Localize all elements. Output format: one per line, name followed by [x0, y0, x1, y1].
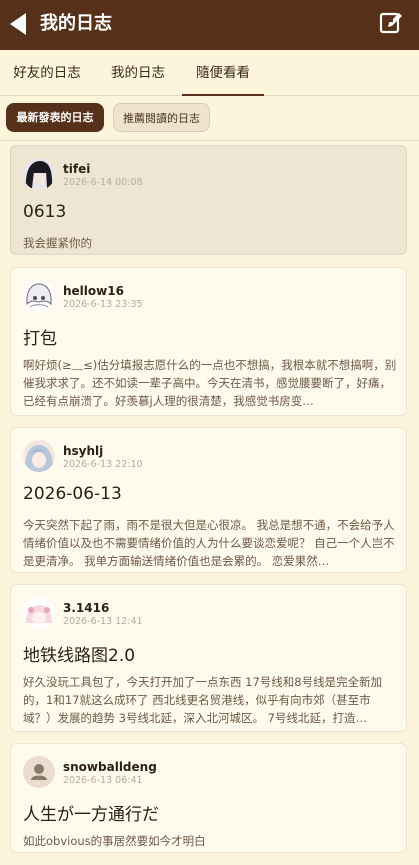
post-author[interactable]: snowballdeng [63, 760, 157, 774]
post-time: 2026-6-13 12:41 [63, 616, 143, 627]
back-arrow-icon[interactable] [10, 13, 26, 35]
tab-browse[interactable]: 隨便看看 [182, 50, 264, 96]
post-time: 2026-6-13 06:41 [63, 775, 143, 786]
page-title: 我的日志 [40, 13, 112, 34]
post-time: 2026-6-13 23:35 [63, 299, 143, 310]
post-time: 2026-6-13 22:10 [63, 459, 143, 470]
filter-recommended-button[interactable]: 推薦閱讀的日志 [113, 103, 210, 132]
post-author[interactable]: hellow16 [63, 284, 124, 298]
post-card[interactable]: hellow16 2026-6-13 23:35 打包 啊好烦(≥﹏≤)估分填报… [10, 267, 407, 416]
post-excerpt: 啊好烦(≥﹏≤)估分填报志愿什么的一点也不想搞，我根本就不想搞啊，别催我求求了。… [23, 358, 397, 408]
user-avatar[interactable] [23, 440, 55, 472]
post-author[interactable]: tifei [63, 162, 90, 176]
user-avatar[interactable] [23, 597, 55, 629]
post-title: 人生が一方通行だ [23, 805, 159, 825]
default-user-icon[interactable] [23, 756, 55, 788]
tab-my-logs[interactable]: 我的日志 [94, 50, 182, 96]
tab-friends-logs[interactable]: 好友的日志 [0, 50, 94, 96]
app-bar: 我的日志 [0, 0, 419, 50]
user-avatar[interactable] [23, 280, 55, 312]
user-avatar[interactable] [23, 158, 55, 190]
filter-bar: 最新發表的日志 推薦閱讀的日志 [0, 97, 419, 141]
post-excerpt: 我会握紧你的 [23, 236, 92, 250]
post-title: 0613 [23, 202, 67, 222]
post-time: 2026-6-14 00:08 [63, 177, 143, 188]
post-excerpt: 如此obvious的事居然要如今才明白 [23, 834, 206, 848]
post-card[interactable]: tifei 2026-6-14 00:08 0613 我会握紧你的 [10, 145, 407, 255]
filter-latest-button[interactable]: 最新發表的日志 [6, 103, 104, 132]
post-excerpt: 今天突然下起了雨，雨不是很大但是心很凉。 我总是想不通，不会给予人情绪价值以及也… [23, 518, 395, 568]
post-excerpt: 好久没玩工具包了，今天打开加了一点东西 17号线和8号线是完全新加的，1和17就… [23, 675, 383, 725]
post-card[interactable]: snowballdeng 2026-6-13 06:41 人生が一方通行だ 如此… [10, 743, 407, 853]
edit-icon[interactable] [379, 11, 403, 35]
post-title: 地铁线路图2.0 [23, 646, 136, 666]
tab-bar: 好友的日志 我的日志 隨便看看 [0, 50, 419, 96]
post-author[interactable]: hsyhlj [63, 444, 103, 458]
post-card[interactable]: hsyhlj 2026-6-13 22:10 2026-06-13 今天突然下起… [10, 427, 407, 573]
post-title: 2026-06-13 [23, 484, 122, 504]
post-author[interactable]: 3.1416 [63, 601, 109, 615]
post-title: 打包 [23, 329, 57, 349]
post-card[interactable]: 3.1416 2026-6-13 12:41 地铁线路图2.0 好久没玩工具包了… [10, 584, 407, 732]
